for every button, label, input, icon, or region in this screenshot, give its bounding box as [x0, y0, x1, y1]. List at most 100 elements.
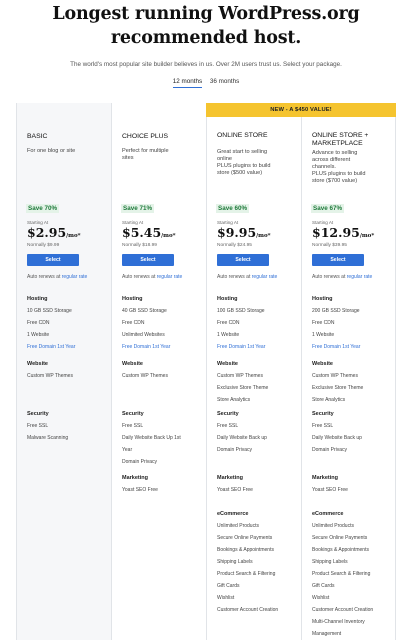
plan-price: $9.95/mo*: [217, 226, 271, 243]
price-period: /mo*: [66, 233, 81, 239]
feature-section-title: eCommerce: [217, 511, 249, 517]
feature-item: 1 Website: [217, 332, 240, 338]
feature-section-title: Hosting: [27, 296, 48, 302]
feature-item: Shipping Labels: [312, 559, 348, 565]
feature-item: Free SSL: [312, 423, 334, 429]
term-selector: 12 months 36 months: [0, 78, 412, 88]
select-button[interactable]: Select: [312, 254, 364, 266]
feature-section-title: Hosting: [312, 296, 333, 302]
plan-column: CHOICE PLUS Perfect for multiple sites Save…: [112, 103, 207, 640]
plan-description: For one blog or site: [27, 148, 76, 154]
feature-item: Year: [122, 447, 133, 453]
feature-item: Custom WP Themes: [312, 373, 358, 379]
feature-item: Free CDN: [312, 320, 335, 326]
auto-renew-note: Auto renews at regular rate: [122, 274, 182, 280]
feature-item: Domain Privacy: [217, 447, 253, 453]
tab-36-months[interactable]: 36 months: [210, 78, 239, 87]
free-domain-link[interactable]: Free Domain 1st Year: [27, 344, 111, 351]
auto-renew-note: Auto renews at regular rate: [27, 274, 87, 280]
feature-item: Secure Online Payments: [312, 535, 368, 541]
feature-section-title: Marketing: [122, 475, 148, 481]
price-amount: $12.95: [312, 225, 360, 240]
feature-item: Unlimited Products: [312, 523, 354, 529]
feature-item: Free CDN: [122, 320, 145, 326]
feature-item: Wishlist: [312, 595, 330, 601]
feature-item: Management: [312, 631, 342, 637]
select-button[interactable]: Select: [217, 254, 269, 266]
feature-item: Free SSL: [217, 423, 239, 429]
price-period: /mo*: [359, 233, 375, 239]
plan-description: Perfect for multiple: [122, 148, 169, 154]
feature-item: Exclusive Store Theme: [312, 385, 364, 391]
plan-description: Great start to selling: [217, 149, 268, 155]
regular-rate-link[interactable]: regular rate: [157, 274, 183, 280]
save-badge: Save 70%: [26, 204, 60, 213]
feature-item: Yoast SEO Free: [312, 487, 348, 493]
auto-renew-text: Auto renews at: [312, 274, 347, 280]
feature-item: Exclusive Store Theme: [217, 385, 269, 391]
regular-rate-link[interactable]: regular rate: [347, 274, 373, 280]
normal-price: Normally $39.95: [312, 243, 347, 248]
regular-rate-link[interactable]: regular rate: [62, 274, 88, 280]
plan-description: across different: [312, 157, 351, 163]
feature-item: Custom WP Themes: [122, 373, 168, 379]
plan-column: BASIC For one blog or site Save 70% Startin…: [17, 103, 112, 640]
plan-name: ONLINE STORE + MARKETPLACE: [312, 132, 369, 147]
page-title: Longest running WordPress.org recommende…: [52, 4, 360, 48]
plan-description: store ($700 value): [312, 178, 358, 184]
feature-item: 100 GB SSD Storage: [217, 308, 265, 314]
feature-item: Customer Account Creation: [312, 607, 374, 613]
feature-item: Store Analytics: [312, 397, 346, 403]
feature-section-title: Security: [312, 411, 334, 417]
free-domain-link[interactable]: Free Domain 1st Year: [217, 344, 301, 351]
normal-price: Normally $24.95: [217, 243, 252, 248]
feature-section-title: Marketing: [312, 475, 338, 481]
feature-item: Free SSL: [122, 423, 144, 429]
tab-12-months[interactable]: 12 months: [172, 78, 203, 88]
select-button[interactable]: Select: [27, 254, 79, 266]
feature-section-title: Hosting: [217, 296, 238, 302]
feature-item: Free CDN: [27, 320, 50, 326]
feature-item: Custom WP Themes: [217, 373, 263, 379]
feature-item: Unlimited Websites: [122, 332, 165, 338]
select-button[interactable]: Select: [122, 254, 174, 266]
free-domain-link[interactable]: Free Domain 1st Year: [122, 344, 206, 351]
page-subtitle: The world's most popular site builder be…: [70, 61, 342, 68]
price-amount: $5.45: [122, 225, 162, 240]
plan-description: PLUS plugins to build: [312, 171, 366, 177]
save-badge: Save 71%: [121, 204, 155, 213]
feature-item: Bookings & Appointments: [312, 547, 369, 553]
feature-item: 40 GB SSD Storage: [122, 308, 167, 314]
price-period: /mo*: [161, 233, 176, 239]
price-amount: $9.95: [217, 225, 257, 240]
plan-column: ONLINE STORE Great start to selling online…: [207, 103, 302, 640]
feature-section-title: Security: [122, 411, 144, 417]
feature-item: Daily Website Back up: [312, 435, 362, 441]
feature-section-title: Security: [27, 411, 49, 417]
normal-price: Normally $18.99: [122, 243, 157, 248]
plan-name: CHOICE PLUS: [122, 133, 169, 140]
pricing-grid: BASIC For one blog or site Save 70% Startin…: [16, 103, 396, 640]
feature-item: Customer Account Creation: [217, 607, 279, 613]
plan-name: ONLINE STORE: [217, 132, 268, 139]
feature-section-title: Marketing: [217, 475, 243, 481]
feature-item: 1 Website: [27, 332, 50, 338]
feature-item: Unlimited Products: [217, 523, 259, 529]
price-period: /mo*: [256, 233, 271, 239]
feature-item: Product Search & Filtering: [312, 571, 371, 577]
feature-item: Shipping Labels: [217, 559, 253, 565]
free-domain-link[interactable]: Free Domain 1st Year: [312, 344, 396, 351]
regular-rate-link[interactable]: regular rate: [252, 274, 278, 280]
feature-section-title: Website: [217, 361, 238, 367]
normal-price: Normally $9.99: [27, 243, 60, 248]
feature-item: Multi-Channel Inventory: [312, 619, 365, 625]
plan-price: $12.95/mo*: [312, 226, 374, 243]
feature-item: Daily Website Back up: [217, 435, 267, 441]
plan-description: store ($500 value): [217, 170, 263, 176]
feature-item: Malware Scanning: [27, 435, 69, 441]
plan-description: online: [217, 156, 232, 162]
auto-renew-note: Auto renews at regular rate: [312, 274, 372, 280]
plan-description: sites: [122, 155, 134, 161]
feature-item: Yoast SEO Free: [122, 487, 158, 493]
auto-renew-text: Auto renews at: [27, 274, 62, 280]
